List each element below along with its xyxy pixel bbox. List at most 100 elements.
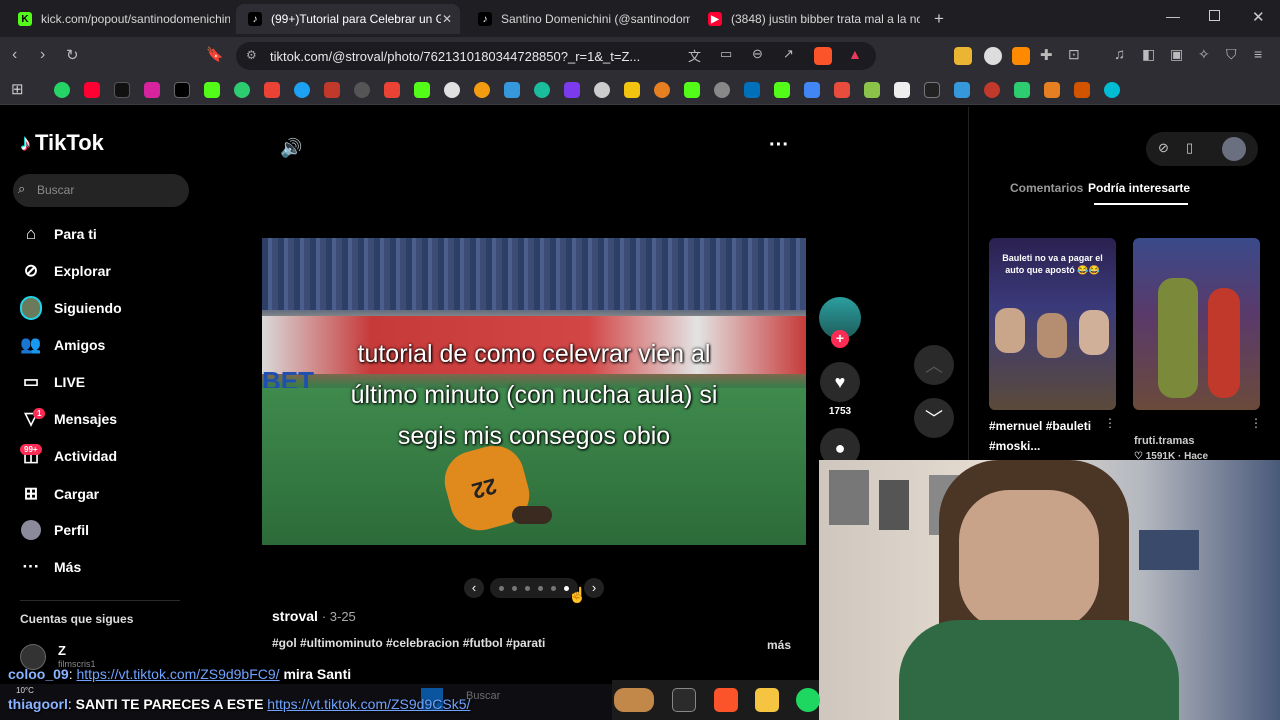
wallet-extension-icon[interactable] [954,47,972,65]
carousel-next-button[interactable]: › [584,578,604,598]
wallet-icon[interactable]: ▣ [1170,46,1183,63]
nav-explorar[interactable]: ⊘ Explorar [20,259,111,283]
chat-link[interactable]: https://vt.tiktok.com/ZS9d9CSk5/ [267,696,470,712]
bookmark-icon[interactable] [984,82,1000,98]
previous-post-button[interactable]: ︿ [914,345,954,385]
new-tab-button[interactable]: + [934,9,944,29]
file-explorer-icon[interactable] [755,688,779,712]
nav-amigos[interactable]: 👥 Amigos [20,333,105,357]
bookmark-icon[interactable] [1104,82,1120,98]
screenshot-icon[interactable]: ⊡ [1068,46,1080,63]
close-tab-icon[interactable]: ✕ [442,12,452,26]
tab-kick[interactable]: K kick.com/popout/santinodomenichini [6,4,230,34]
site-settings-icon[interactable]: ⚙ [246,48,257,62]
cast-icon[interactable]: ▭ [720,46,732,62]
account-avatar[interactable] [1222,137,1246,161]
minimize-icon[interactable]: — [1166,8,1180,24]
tiktok-bookmark-icon[interactable] [114,82,130,98]
kick-bookmark-icon[interactable] [774,82,790,98]
search-input[interactable]: ⌕ Buscar [13,174,189,207]
forward-icon[interactable]: › [40,46,45,64]
author-name[interactable]: stroval [272,608,318,624]
more-options-icon[interactable]: ··· [769,134,789,157]
kebab-menu-icon[interactable]: ⋮ [1250,416,1262,430]
zoom-icon[interactable]: ⊖ [752,46,763,62]
gmail-bookmark-icon[interactable] [384,82,400,98]
whatsapp-bookmark-icon[interactable] [54,82,70,98]
sidebar-icon[interactable]: ◧ [1142,46,1155,63]
suggested-video-thumbnail[interactable]: Bauleti no va a pagar el auto que apostó… [989,238,1116,410]
extensions-icon[interactable]: ✚ [1040,46,1053,64]
maximize-icon[interactable] [1209,10,1220,21]
kick-bookmark-icon[interactable] [414,82,430,98]
apps-grid-icon[interactable]: ⊞ [11,80,24,98]
download-bookmark-icon[interactable] [864,82,880,98]
carousel-dot[interactable] [499,585,504,591]
bookmark-icon[interactable] [924,82,940,98]
menu-icon[interactable]: ≡ [1254,46,1262,62]
bookmark-icon[interactable] [1014,82,1030,98]
share-icon[interactable]: ↗ [783,46,794,62]
paypal-bookmark-icon[interactable] [744,82,760,98]
suggested-video-thumbnail[interactable] [1133,238,1260,410]
kebab-menu-icon[interactable]: ⋮ [1104,416,1116,430]
compass-icon[interactable]: ⊘ [1158,140,1169,156]
bookmark-icon[interactable] [534,82,550,98]
leo-ai-icon[interactable]: ✧ [1198,46,1210,63]
bookmark-icon[interactable] [714,82,730,98]
nav-live[interactable]: ▭ LIVE [20,370,85,394]
nav-para-ti[interactable]: ⌂ Para ti [20,222,97,246]
chat-link[interactable]: https://vt.tiktok.com/ZS9d9bFC9/ [76,666,279,682]
nav-perfil[interactable]: Perfil [20,518,89,542]
post-author[interactable]: stroval · 3-25 [272,608,356,624]
post-hashtags[interactable]: #gol #ultimominuto #celebracion #futbol … [272,636,545,650]
gmail-bookmark-icon[interactable] [264,82,280,98]
carousel-dot[interactable] [525,585,530,591]
nav-cargar[interactable]: ⊞ Cargar [20,482,99,506]
suggested-video-user[interactable]: fruti.tramas [1134,435,1195,447]
chart-bookmark-icon[interactable] [324,82,340,98]
carousel-dot[interactable] [512,585,517,591]
post-image[interactable]: BET 22 tutorial de como celevrar vien al… [262,238,806,545]
nav-mas[interactable]: ··· Más [20,555,82,579]
translate-icon[interactable]: 文 [688,46,701,65]
spotify-icon[interactable] [796,688,820,712]
bookmark-icon[interactable] [474,82,490,98]
bookmark-icon[interactable] [594,82,610,98]
brave-shields-icon[interactable] [814,47,832,65]
like-button[interactable]: ♥ [820,362,860,402]
address-bar[interactable]: ⚙ tiktok.com/@stroval/photo/762131018034… [236,42,876,70]
suggested-video-title[interactable]: #mernuel #bauleti #moski... [989,416,1107,456]
volume-icon[interactable]: 🔊 [280,138,302,159]
tab-podria-interesarte[interactable]: Podría interesarte [1088,181,1190,195]
tab-comentarios[interactable]: Comentarios [1010,181,1083,195]
following-name[interactable]: Z [58,643,66,658]
instagram-bookmark-icon[interactable] [144,82,160,98]
bookmark-icon[interactable] [564,82,580,98]
carousel-prev-button[interactable]: ‹ [464,578,484,598]
brave-taskbar-icon[interactable] [714,688,738,712]
docs-bookmark-icon[interactable] [804,82,820,98]
bookmark-icon[interactable] [654,82,670,98]
x-bookmark-icon[interactable] [174,82,190,98]
bookmark-icon[interactable] [444,82,460,98]
vpn-icon[interactable]: ⛉ [1226,46,1237,63]
close-window-icon[interactable]: ✕ [1252,8,1265,26]
kick-bookmark-icon[interactable] [204,82,220,98]
nav-siguiendo[interactable]: Siguiendo [20,296,122,320]
bookmark-icon[interactable] [234,82,250,98]
carousel-dots[interactable] [490,578,578,598]
bookmark-icon[interactable] [504,82,520,98]
show-more-link[interactable]: más [767,638,791,652]
tab-tiktok-santino[interactable]: ♪ Santino Domenichini (@santinodom [466,4,690,34]
carousel-dot[interactable] [538,585,543,591]
tab-youtube[interactable]: ▶ (3848) justin bibber trata mal a la no [696,4,920,34]
tiktok-logo[interactable]: ♪ TikTok [20,130,104,156]
food-widget-icon[interactable] [614,688,654,712]
task-view-icon[interactable] [672,688,696,712]
bookmark-icon[interactable]: 🔖 [206,46,223,63]
youtube-bookmark-icon[interactable] [84,82,100,98]
carousel-dot[interactable] [551,585,556,591]
bookmark-icon[interactable] [894,82,910,98]
play-extension-icon[interactable] [984,47,1002,65]
